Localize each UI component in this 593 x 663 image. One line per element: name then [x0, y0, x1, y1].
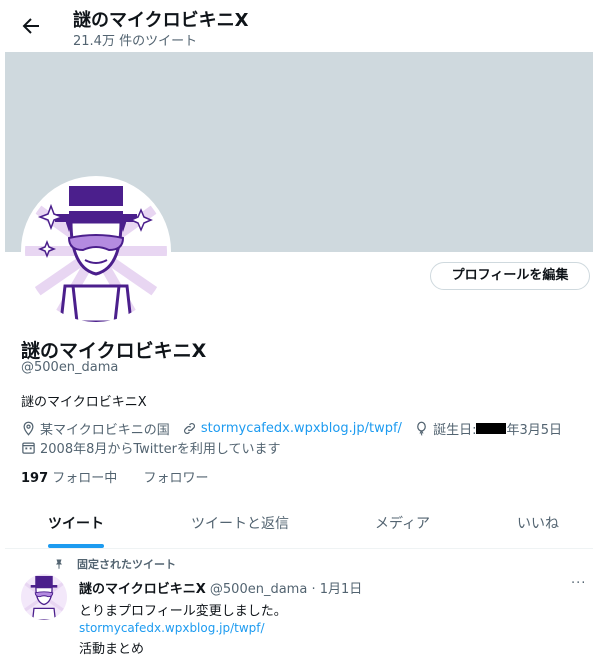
profile-page: 謎のマイクロビキニX 21.4万 件のツイート プロフィールを編集 謎のマイクロ…	[5, 0, 593, 663]
tweet-count: 21.4万 件のツイート	[73, 34, 198, 49]
header-title: 謎のマイクロビキニX	[73, 10, 249, 31]
profile-bio: 謎のマイクロビキニX	[21, 395, 147, 410]
location-icon	[23, 421, 34, 436]
tab-tweets-and-replies[interactable]: ツイートと返信	[191, 500, 289, 548]
birthday-prefix: 誕生日:	[433, 423, 477, 438]
tweet-text-line3: 活動まとめ	[79, 642, 145, 657]
following-link[interactable]: 197 フォロー中	[21, 471, 117, 486]
tweet-author-handle[interactable]: @500en_dama	[210, 582, 307, 597]
tweet-text-line1: とりまプロフィール変更しました。	[79, 604, 287, 619]
profile-handle: @500en_dama	[21, 360, 119, 375]
joined-text: 2008年8月からTwitterを利用しています	[40, 442, 281, 457]
profile-tabs: ツイート ツイートと返信 メディア いいね	[5, 500, 593, 549]
tab-likes[interactable]: いいね	[517, 500, 559, 548]
redacted-year	[476, 423, 507, 434]
follow-stats: 197 フォロー中 フォロワー	[21, 467, 208, 486]
calendar-icon	[22, 442, 35, 454]
profile-avatar[interactable]	[21, 176, 171, 326]
balloon-icon	[417, 421, 426, 436]
profile-meta: 某マイクロビキニの国 stormycafedx.wpxblog.jp/twpf/…	[21, 419, 570, 440]
pinned-text: 固定されたツイート	[77, 558, 176, 571]
active-tab-indicator	[48, 544, 104, 548]
tweet-header: 謎のマイクロビキニX @500en_dama · 1月1日	[79, 578, 362, 597]
joined-item: 2008年8月からTwitterを利用しています	[21, 438, 281, 457]
birthday-item: 誕生日: 年3月5日	[414, 419, 562, 438]
tweet-separator: ·	[307, 582, 320, 597]
more-options-icon[interactable]: ···	[571, 576, 586, 591]
location-item: 某マイクロビキニの国	[21, 419, 170, 438]
tweet-date[interactable]: 1月1日	[320, 582, 363, 597]
website-link[interactable]: stormycafedx.wpxblog.jp/twpf/	[201, 421, 402, 436]
edit-profile-button[interactable]: プロフィールを編集	[430, 262, 590, 290]
tab-tweets[interactable]: ツイート	[48, 500, 104, 548]
birthday-suffix: 年3月5日	[506, 423, 562, 438]
tweet-link[interactable]: stormycafedx.wpxblog.jp/twpf/	[79, 621, 265, 635]
location-text: 某マイクロビキニの国	[40, 423, 170, 438]
website-item[interactable]: stormycafedx.wpxblog.jp/twpf/	[182, 421, 402, 436]
back-arrow-icon[interactable]	[19, 14, 43, 38]
profile-name: 謎のマイクロビキニX	[21, 340, 207, 362]
top-header: 謎のマイクロビキニX 21.4万 件のツイート	[5, 0, 593, 52]
pin-icon	[56, 559, 62, 569]
following-label: フォロー中	[52, 471, 118, 486]
tab-media[interactable]: メディア	[375, 500, 430, 548]
pinned-label: 固定されたツイート	[53, 556, 176, 572]
following-count: 197	[21, 471, 49, 486]
followers-link[interactable]: フォロワー	[143, 471, 208, 486]
tweet-author-name[interactable]: 謎のマイクロビキニX	[79, 582, 206, 597]
link-icon	[183, 423, 195, 434]
tweet-avatar[interactable]	[21, 574, 67, 620]
